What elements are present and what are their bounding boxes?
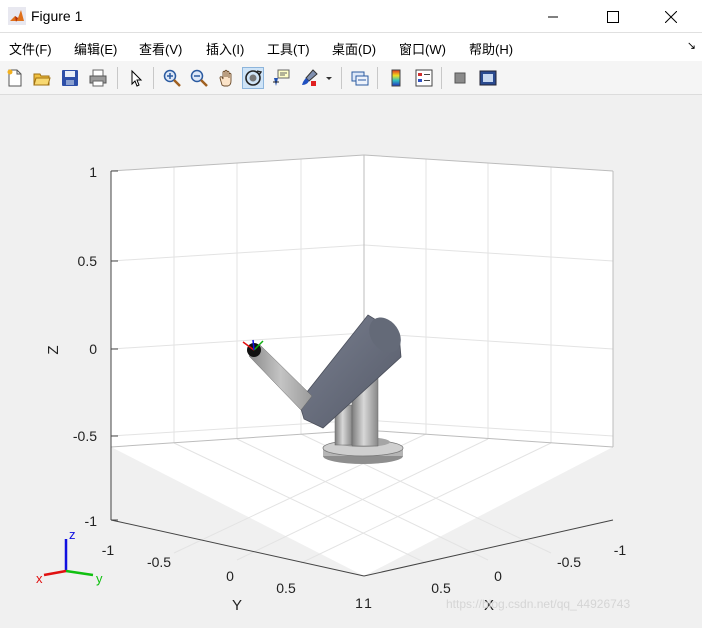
menu-tools[interactable]: 工具(T) bbox=[267, 39, 310, 58]
menu-dock-arrow-icon[interactable]: ↘ bbox=[687, 39, 696, 52]
toolbar-separator bbox=[341, 67, 342, 89]
menu-insert[interactable]: 插入(I) bbox=[206, 39, 244, 58]
triad-y-label: y bbox=[96, 571, 103, 586]
triad-x-line bbox=[43, 569, 67, 577]
x-tick-label: -0.5 bbox=[557, 554, 581, 570]
zoom-in-icon bbox=[163, 69, 181, 87]
y-tick-label: -0.5 bbox=[147, 554, 171, 570]
x-tick-label: 1 bbox=[364, 595, 372, 611]
z-tick-label: 0.5 bbox=[78, 253, 98, 269]
triad-z-label: z bbox=[69, 527, 76, 542]
show-plot-tools-button[interactable] bbox=[477, 67, 499, 89]
save-icon bbox=[62, 70, 78, 86]
z-tick-label: 0 bbox=[89, 341, 97, 357]
x-tick-label: 0.5 bbox=[431, 580, 451, 596]
menu-bar: 文件(F) 编辑(E) 查看(V) 插入(I) 工具(T) 桌面(D) 窗口(W… bbox=[0, 33, 702, 61]
tool-z-axis bbox=[252, 339, 255, 351]
y-tick-label: -1 bbox=[102, 542, 115, 558]
z-tick-label: -1 bbox=[85, 513, 98, 529]
x-tick-label: 0 bbox=[494, 568, 502, 584]
maximize-icon bbox=[607, 10, 619, 23]
print-icon bbox=[89, 69, 107, 87]
link-plot-icon bbox=[351, 71, 369, 86]
maximize-button[interactable] bbox=[590, 0, 636, 33]
window-title: Figure 1 bbox=[31, 8, 83, 24]
dropdown-arrow-icon bbox=[326, 77, 332, 80]
figure-canvas[interactable]: 1 0.5 0 -0.5 -1 Z -1 -0.5 0 0.5 1 Y 1 0.… bbox=[0, 96, 702, 623]
new-figure-button[interactable] bbox=[4, 67, 26, 89]
y-tick-label: 0 bbox=[226, 568, 234, 584]
y-axis-label: Y bbox=[232, 597, 242, 614]
minimize-icon bbox=[548, 16, 558, 17]
toolbar-separator bbox=[441, 67, 442, 89]
link-plot-button[interactable] bbox=[349, 67, 371, 89]
menu-desktop[interactable]: 桌面(D) bbox=[332, 39, 376, 58]
show-plot-tools-icon bbox=[479, 70, 497, 86]
toolbar-separator bbox=[153, 67, 154, 89]
zoom-in-button[interactable] bbox=[161, 67, 183, 89]
menu-edit[interactable]: 编辑(E) bbox=[74, 39, 117, 58]
triad-x-label: x bbox=[36, 571, 43, 586]
brush-icon bbox=[302, 69, 318, 86]
close-icon bbox=[665, 10, 677, 23]
triad-y-line bbox=[65, 569, 94, 577]
figure-toolbar bbox=[0, 61, 702, 95]
pan-icon bbox=[219, 69, 232, 87]
minimize-button[interactable] bbox=[530, 0, 576, 33]
zoom-out-icon bbox=[190, 69, 208, 87]
zoom-out-button[interactable] bbox=[188, 67, 210, 89]
toolbar-separator bbox=[117, 67, 118, 89]
y-tick-label: 1 bbox=[355, 595, 363, 611]
brush-dropdown[interactable] bbox=[323, 67, 335, 89]
legend-button[interactable] bbox=[413, 67, 435, 89]
watermark-text: https://blog.csdn.net/qq_44926743 bbox=[446, 597, 631, 611]
close-button[interactable] bbox=[648, 0, 694, 33]
colorbar-icon bbox=[391, 69, 401, 87]
data-cursor-button[interactable] bbox=[270, 67, 292, 89]
print-button[interactable] bbox=[87, 67, 109, 89]
edit-plot-icon bbox=[131, 69, 143, 87]
new-figure-icon bbox=[7, 69, 22, 87]
rotate-3d-icon bbox=[245, 70, 262, 86]
menu-view[interactable]: 查看(V) bbox=[139, 39, 182, 58]
open-file-button[interactable] bbox=[31, 67, 53, 89]
menu-help[interactable]: 帮助(H) bbox=[469, 39, 513, 58]
data-cursor-icon bbox=[273, 69, 290, 86]
hide-plot-tools-icon bbox=[454, 72, 466, 84]
brush-button[interactable] bbox=[298, 67, 320, 89]
hide-plot-tools-button[interactable] bbox=[449, 67, 471, 89]
open-file-icon bbox=[33, 73, 51, 86]
save-button[interactable] bbox=[59, 67, 81, 89]
z-tick-label: 1 bbox=[89, 164, 97, 180]
colorbar-button[interactable] bbox=[385, 67, 407, 89]
legend-icon bbox=[415, 69, 433, 87]
y-tick-label: 0.5 bbox=[276, 580, 296, 596]
toolbar-separator bbox=[377, 67, 378, 89]
menu-window[interactable]: 窗口(W) bbox=[399, 39, 446, 58]
x-tick-label: -1 bbox=[614, 542, 627, 558]
pan-button[interactable] bbox=[215, 67, 237, 89]
title-bar: Figure 1 bbox=[0, 0, 702, 33]
edit-plot-button[interactable] bbox=[125, 67, 147, 89]
rotate-3d-button[interactable] bbox=[242, 67, 264, 89]
z-axis-label: Z bbox=[45, 345, 62, 354]
orientation-triad: z y x bbox=[36, 527, 103, 586]
z-tick-label: -0.5 bbox=[73, 428, 97, 444]
menu-file[interactable]: 文件(F) bbox=[9, 39, 52, 58]
matlab-logo-icon bbox=[8, 7, 26, 25]
axes-3d[interactable]: 1 0.5 0 -0.5 -1 Z -1 -0.5 0 0.5 1 Y 1 0.… bbox=[0, 96, 702, 623]
